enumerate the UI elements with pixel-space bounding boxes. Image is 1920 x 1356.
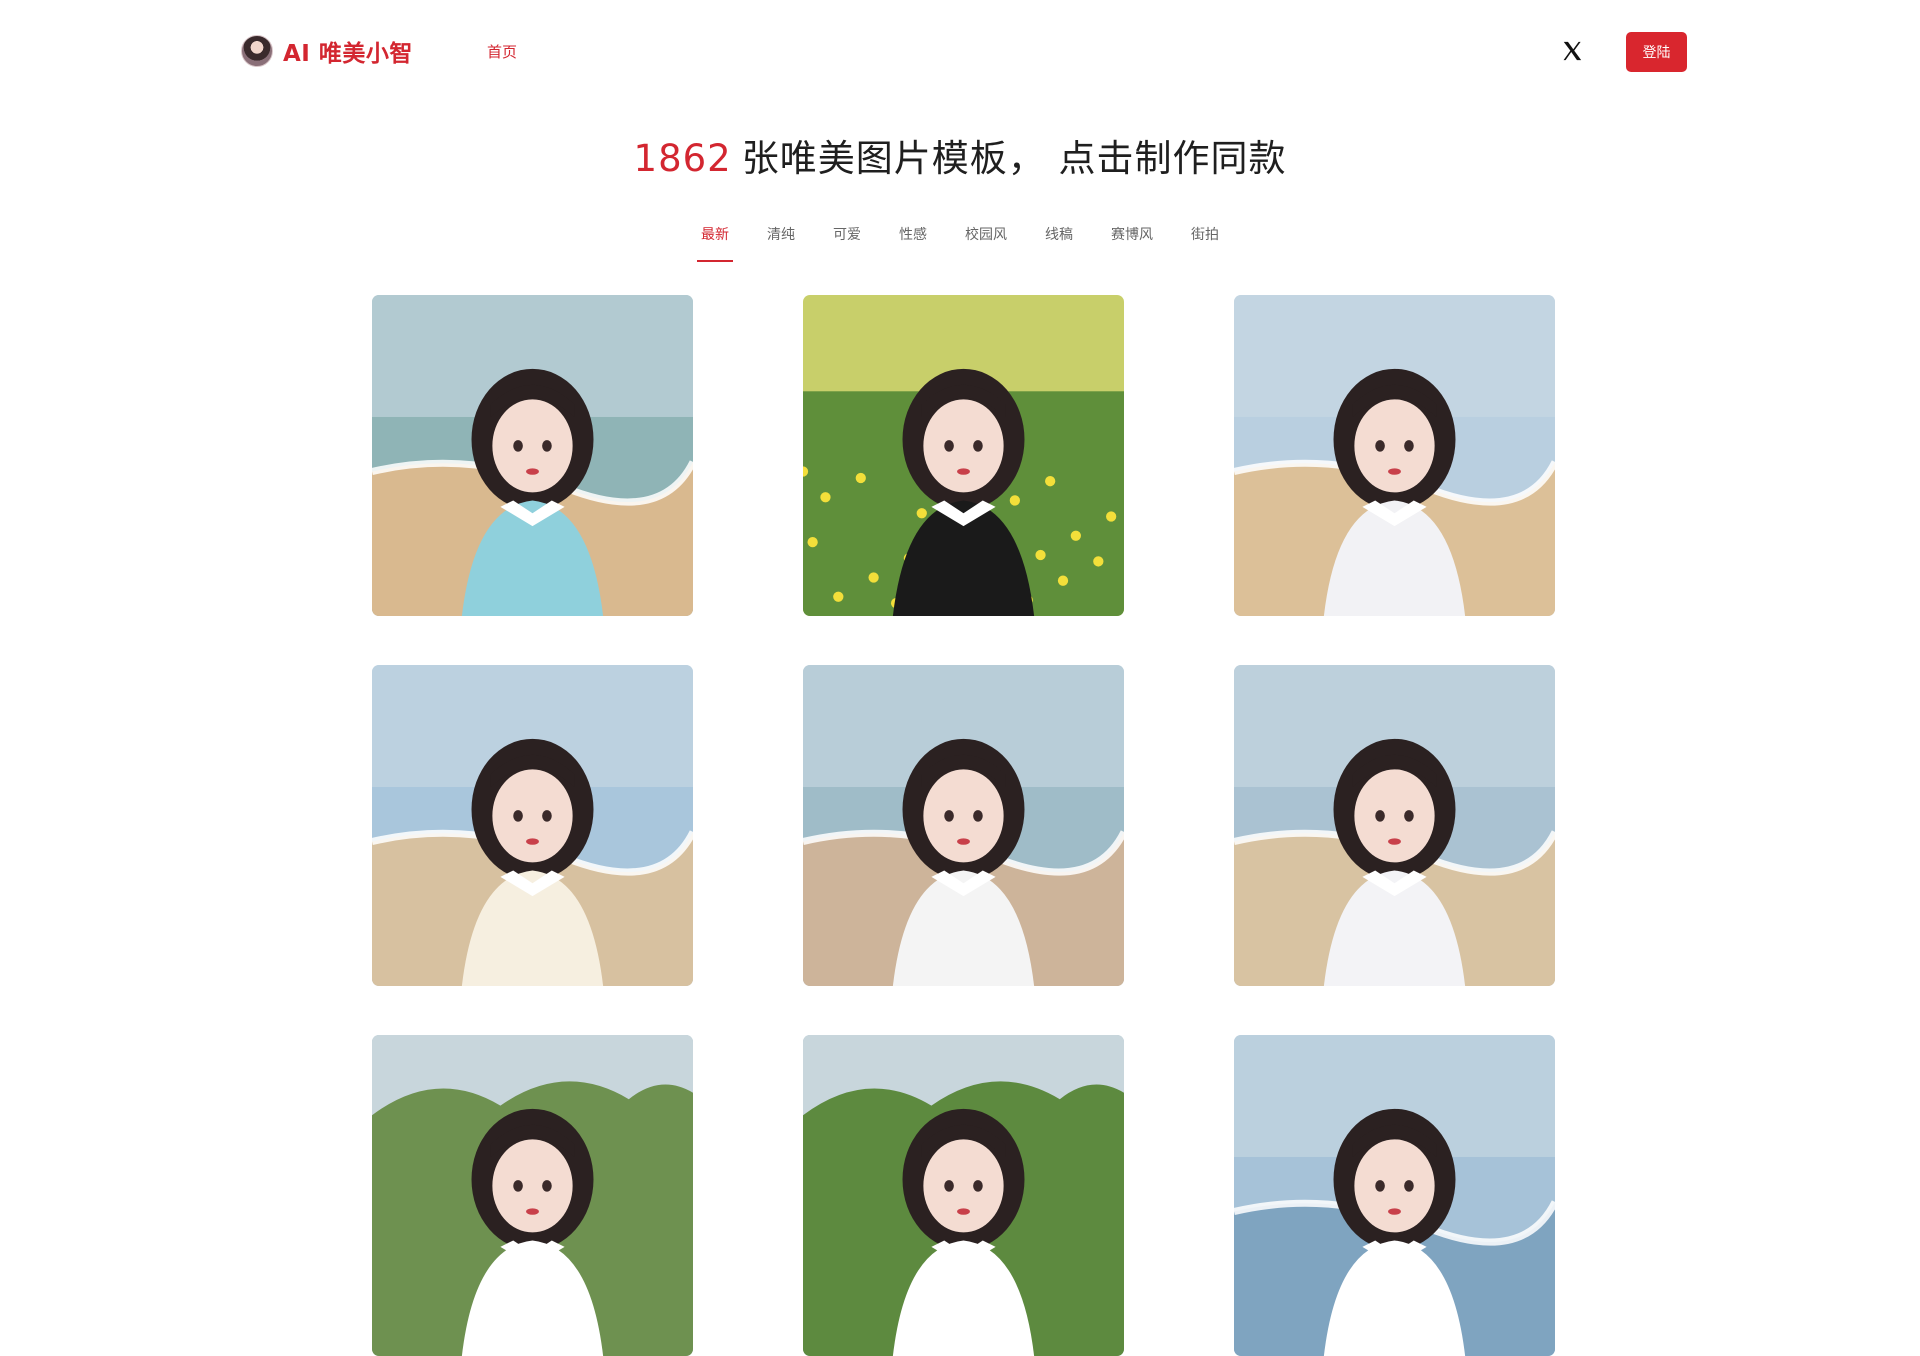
tab-6[interactable]: 赛博风 — [1092, 222, 1172, 262]
tab-2[interactable]: 可爱 — [814, 222, 880, 262]
brand-name: AI 唯美小智 — [283, 41, 413, 67]
tab-7[interactable]: 街拍 — [1172, 222, 1238, 262]
nav-home-link[interactable]: 首页 — [487, 41, 517, 62]
gallery-image-card[interactable] — [372, 295, 693, 616]
page-title-text: 张唯美图片模板， 点击制作同款 — [741, 137, 1287, 180]
tab-3[interactable]: 性感 — [880, 222, 946, 262]
template-count: 1862 — [633, 137, 732, 180]
gallery-image-card[interactable] — [372, 1035, 693, 1356]
tab-5[interactable]: 线稿 — [1026, 222, 1092, 262]
top-navbar: AI 唯美小智 首页 登陆 — [0, 0, 1920, 104]
x-logo-icon[interactable] — [1561, 40, 1583, 62]
avatar — [241, 35, 273, 67]
page-title: 1862 张唯美图片模板， 点击制作同款 — [0, 128, 1920, 182]
brand-logo-link[interactable]: AI 唯美小智 — [241, 34, 413, 68]
category-tabs: 最新 清纯 可爱 性感 校园风 线稿 赛博风 街拍 — [0, 222, 1920, 262]
gallery-image-card[interactable] — [803, 295, 1124, 616]
image-gallery — [372, 295, 1555, 1356]
gallery-image-card[interactable] — [1234, 295, 1555, 616]
tab-1[interactable]: 清纯 — [748, 222, 814, 262]
gallery-image-card[interactable] — [803, 665, 1124, 986]
gallery-image-card[interactable] — [372, 665, 693, 986]
login-button[interactable]: 登陆 — [1626, 32, 1687, 72]
tab-0[interactable]: 最新 — [682, 222, 748, 262]
tab-4[interactable]: 校园风 — [946, 222, 1026, 262]
gallery-image-card[interactable] — [1234, 1035, 1555, 1356]
gallery-image-card[interactable] — [803, 1035, 1124, 1356]
gallery-image-card[interactable] — [1234, 665, 1555, 986]
